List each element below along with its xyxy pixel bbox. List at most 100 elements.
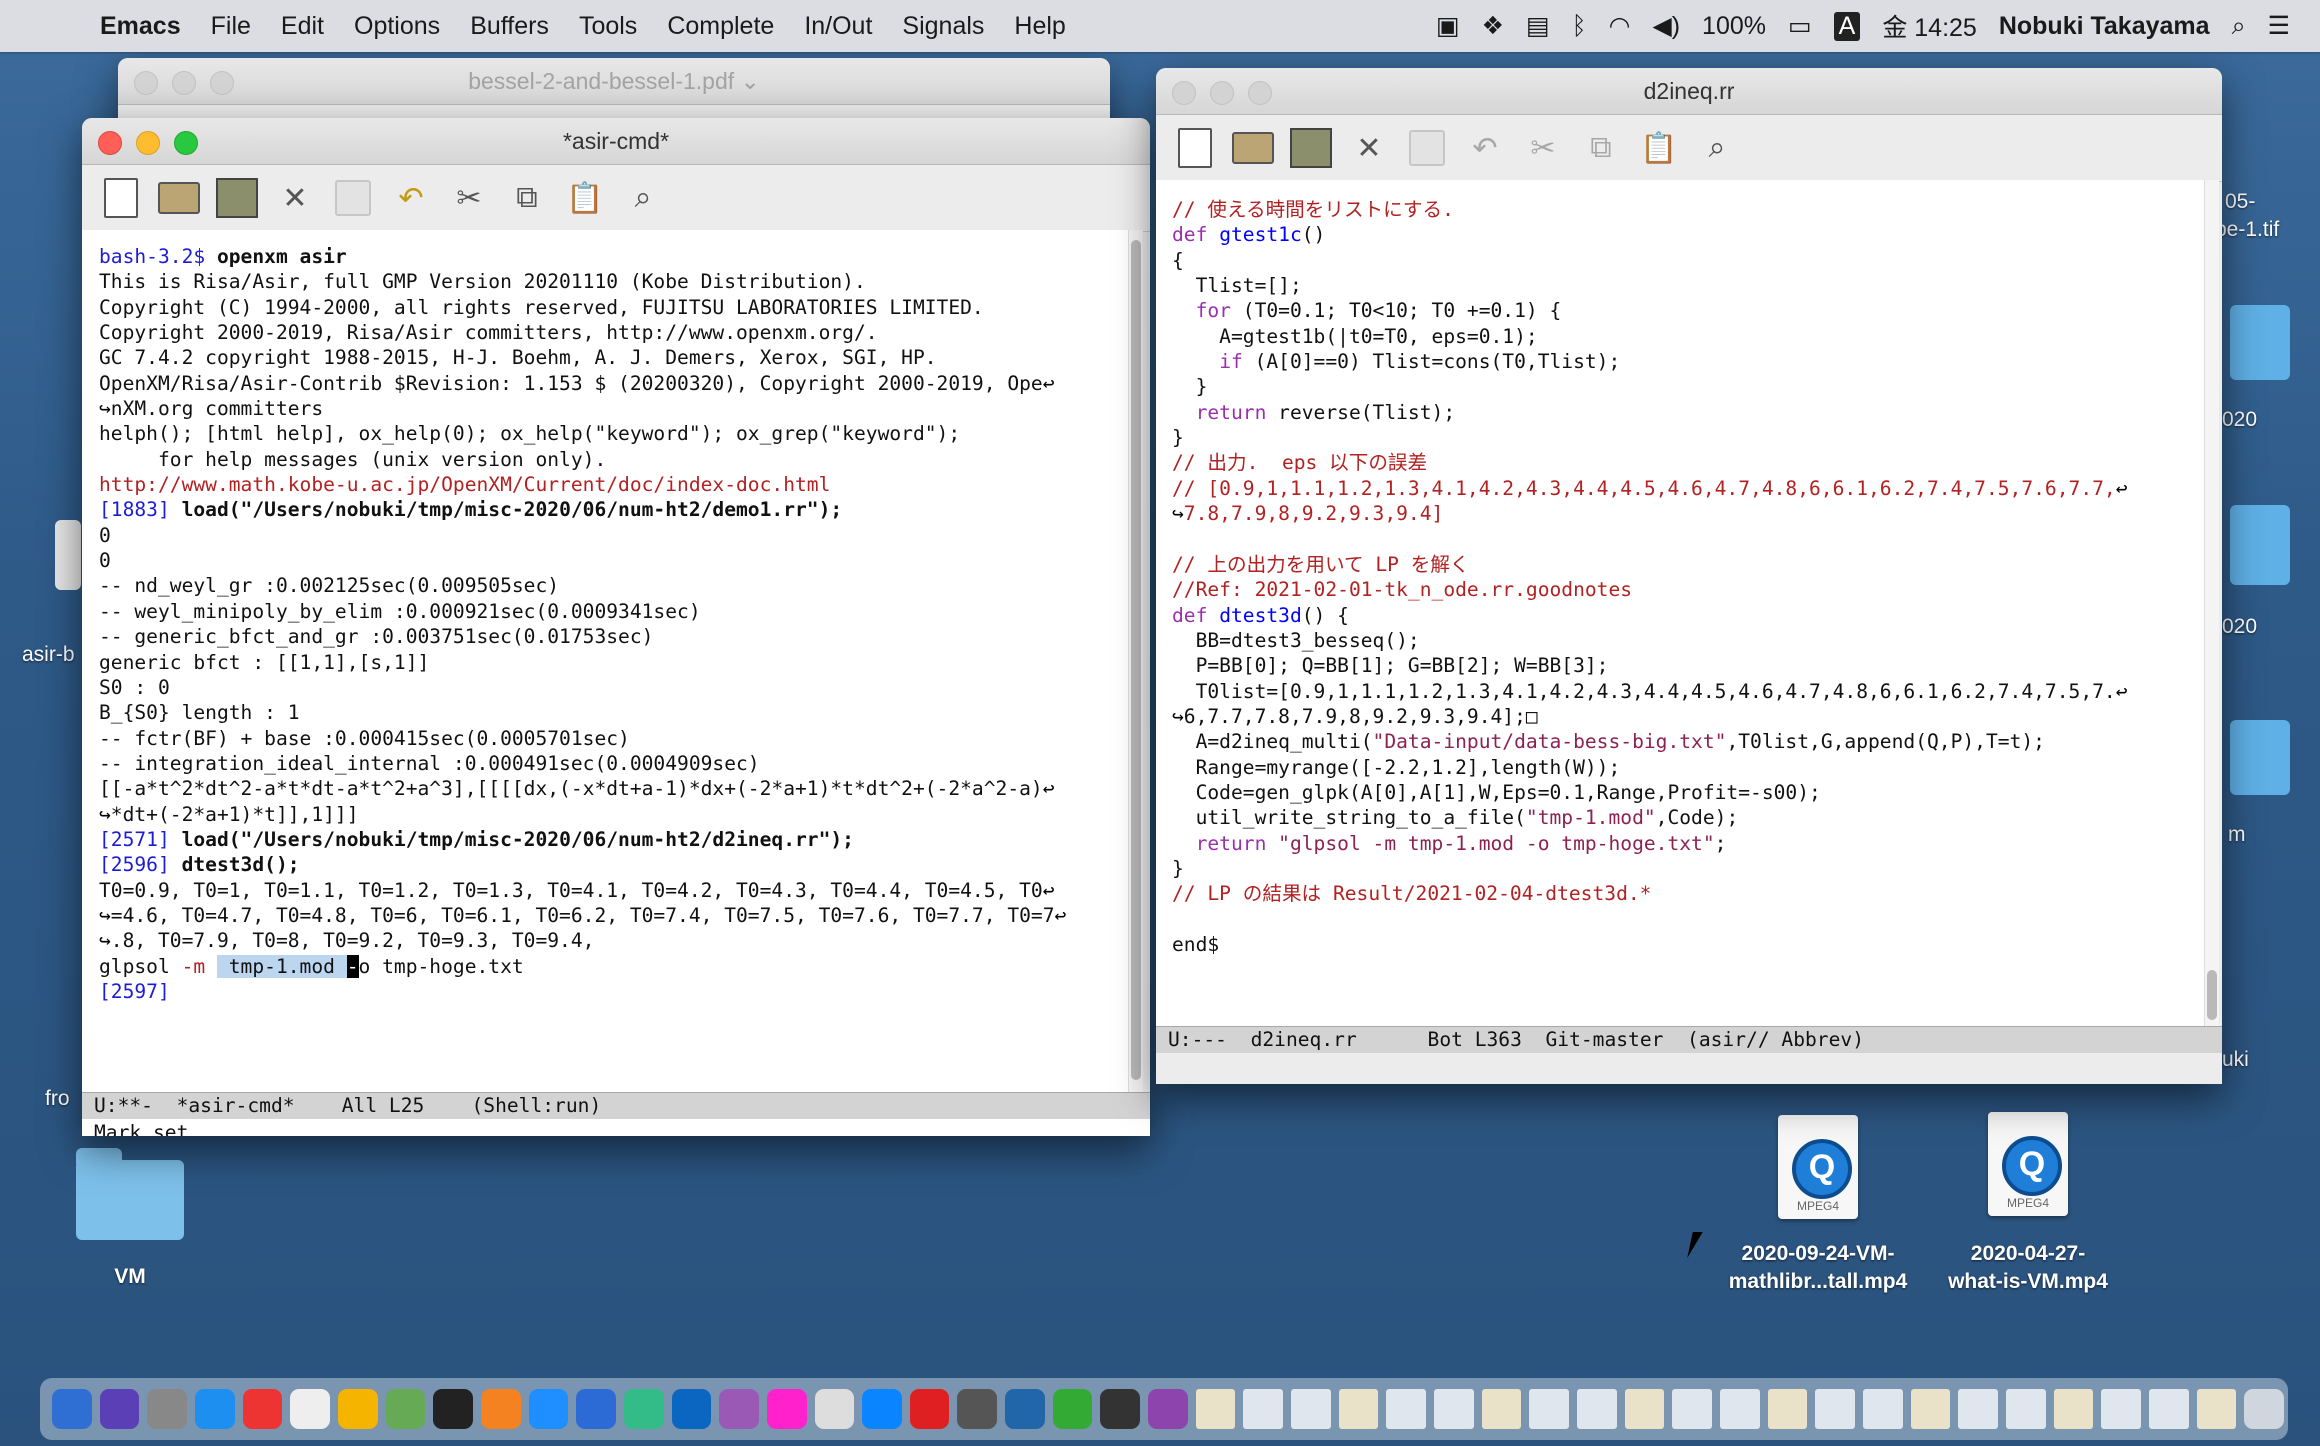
d2ineq-window[interactable]: d2ineq.rr ✕ ↶ ✂ ⧉ 📋 ⌕ // 使える時間をリストにする. de…: [1156, 68, 2222, 1084]
buffer-line[interactable]: OpenXM/Risa/Asir-Contrib $Revision: 1.15…: [99, 371, 1139, 396]
buffer-line[interactable]: This is Risa/Asir, full GMP Version 2020…: [99, 269, 1139, 294]
desktop-file-partial[interactable]: [55, 520, 81, 590]
dock-document-thumbnail[interactable]: [1386, 1389, 1427, 1429]
open-file-button[interactable]: [1232, 127, 1274, 169]
buffer-line[interactable]: -- generic_bfct_and_gr :0.003751sec(0.01…: [99, 624, 1139, 649]
buffer-line[interactable]: ↪nXM.org committers: [99, 396, 1139, 421]
dock-document-thumbnail[interactable]: [1243, 1389, 1284, 1429]
d2ineq-source-buffer[interactable]: // 使える時間をリストにする. def gtest1c(){ Tlist=[];…: [1156, 180, 2204, 1043]
desktop-edge-label[interactable]: 020: [2222, 615, 2257, 639]
buffer-line[interactable]: [2596] dtest3d();: [99, 852, 1139, 877]
preview-icon[interactable]: [576, 1389, 616, 1429]
buffer-line[interactable]: Copyright (C) 1994-2000, all rights rese…: [99, 295, 1139, 320]
buffer-line[interactable]: Range=myrange([-2.2,1.2],length(W));: [1172, 755, 2204, 780]
buffer-line[interactable]: // 使える時間をリストにする.: [1172, 197, 2204, 222]
buffer-line[interactable]: [2597]: [99, 979, 1139, 1004]
menu-edit[interactable]: Edit: [281, 12, 324, 41]
buffer-line[interactable]: for help messages (unix version only).: [99, 447, 1139, 472]
wifi-icon[interactable]: ◠: [1609, 11, 1631, 41]
spotlight-icon[interactable]: ⌕: [2232, 12, 2246, 41]
menu-complete[interactable]: Complete: [667, 12, 774, 41]
kill-buffer-button[interactable]: ✕: [1348, 127, 1390, 169]
undo-button[interactable]: ↶: [1464, 127, 1506, 169]
desktop-video-file-icon[interactable]: Q MPEG4: [1778, 1115, 1858, 1219]
cut-button[interactable]: ✂: [1522, 127, 1564, 169]
buffer-line[interactable]: -- integration_ideal_internal :0.000491s…: [99, 751, 1139, 776]
buffer-line[interactable]: // [0.9,1,1.1,1.2,1.3,4.1,4.2,4.3,4.4,4.…: [1172, 476, 2204, 501]
dock-document-thumbnail[interactable]: [1481, 1389, 1522, 1429]
buffer-line[interactable]: B_{S0} length : 1: [99, 700, 1139, 725]
buffer-line[interactable]: 0: [99, 523, 1139, 548]
desktop-edge-label[interactable]: 05-: [2225, 190, 2255, 214]
dired-button[interactable]: [1290, 127, 1332, 169]
asir-cmd-window[interactable]: *asir-cmd* ✕ ↶ ✂ ⧉ 📋 ⌕ bash-3.2$ openxm …: [82, 118, 1150, 1136]
buffer-line[interactable]: {: [1172, 248, 2204, 273]
skype-icon[interactable]: [623, 1389, 664, 1429]
dropbox-icon[interactable]: ❖: [1482, 11, 1504, 41]
search-button[interactable]: ⌕: [622, 177, 664, 219]
calendar-icon[interactable]: [242, 1389, 283, 1429]
paste-button[interactable]: 📋: [1638, 127, 1680, 169]
utility-icon[interactable]: [1148, 1389, 1188, 1429]
launchpad-icon[interactable]: [147, 1389, 187, 1429]
buffer-line[interactable]: BB=dtest3_besseq();: [1172, 628, 2204, 653]
buffer-line[interactable]: [1172, 907, 2204, 932]
books-icon[interactable]: [480, 1389, 521, 1429]
kill-buffer-button[interactable]: ✕: [274, 177, 316, 219]
save-button[interactable]: [332, 177, 374, 219]
d2-titlebar[interactable]: d2ineq.rr: [1156, 68, 2222, 115]
dock-document-thumbnail[interactable]: [1195, 1389, 1236, 1429]
trash-icon[interactable]: [2244, 1389, 2284, 1429]
screen-record-icon[interactable]: ▣: [1436, 11, 1460, 41]
buffer-line[interactable]: A=d2ineq_multi("Data-input/data-bess-big…: [1172, 729, 2204, 754]
buffer-line[interactable]: for (T0=0.1; T0<10; T0 +=0.1) {: [1172, 298, 2204, 323]
buffer-line[interactable]: // 上の出力を用いて LP を解く: [1172, 552, 2204, 577]
notes-icon[interactable]: [290, 1389, 330, 1429]
paste-button[interactable]: 📋: [564, 177, 606, 219]
buffer-line[interactable]: T0=0.9, T0=1, T0=1.1, T0=1.2, T0=1.3, T0…: [99, 878, 1139, 903]
dock-document-thumbnail[interactable]: [1624, 1389, 1665, 1429]
dock-document-thumbnail[interactable]: [1958, 1389, 1998, 1429]
buffer-line[interactable]: T0list=[0.9,1,1.1,1.2,1.3,4.1,4.2,4.3,4.…: [1172, 679, 2204, 704]
buffer-line[interactable]: helph(); [html help], ox_help(0); ox_hel…: [99, 421, 1139, 446]
buffer-line[interactable]: Code=gen_glpk(A[0],A[1],W,Eps=0.1,Range,…: [1172, 780, 2204, 805]
buffer-line[interactable]: ↪*dt+(-2*a+1)*t]],1]]]: [99, 802, 1139, 827]
desktop-edge-label[interactable]: fro: [45, 1087, 70, 1111]
buffer-line[interactable]: [1172, 526, 2204, 551]
dock-document-thumbnail[interactable]: [2053, 1389, 2094, 1429]
menu-help[interactable]: Help: [1014, 12, 1065, 41]
new-file-button[interactable]: [1174, 127, 1216, 169]
buffer-line[interactable]: http://www.math.kobe-u.ac.jp/OpenXM/Curr…: [99, 472, 1139, 497]
dock-document-thumbnail[interactable]: [1815, 1389, 1855, 1429]
buffer-line[interactable]: util_write_string_to_a_file("tmp-1.mod",…: [1172, 805, 2204, 830]
menu-signals[interactable]: Signals: [902, 12, 984, 41]
desktop-folder-partial[interactable]: [2230, 720, 2290, 795]
menu-file[interactable]: File: [211, 12, 251, 41]
buffer-line[interactable]: }: [1172, 425, 2204, 450]
notification-center-icon[interactable]: ☰: [2268, 11, 2290, 41]
buffer-line[interactable]: return "glpsol -m tmp-1.mod -o tmp-hoge.…: [1172, 831, 2204, 856]
dock-document-thumbnail[interactable]: [1910, 1389, 1951, 1429]
buffer-line[interactable]: GC 7.4.2 copyright 1988-2015, H-J. Boehm…: [99, 345, 1139, 370]
buffer-line[interactable]: Copyright 2000-2019, Risa/Asir committer…: [99, 320, 1139, 345]
safari-icon[interactable]: [194, 1389, 235, 1429]
buffer-line[interactable]: 0: [99, 548, 1139, 573]
desktop-edge-label[interactable]: pe-1.tif: [2215, 218, 2279, 242]
buffer-line[interactable]: S0 : 0: [99, 675, 1139, 700]
desktop-edge-label[interactable]: uki: [2222, 1048, 2249, 1072]
asir-shell-buffer[interactable]: bash-3.2$ openxm asir This is Risa/Asir, …: [82, 230, 1139, 1106]
copy-button[interactable]: ⧉: [506, 177, 548, 219]
user-name[interactable]: Nobuki Takayama: [1999, 12, 2210, 41]
buffer-line[interactable]: // 出力. eps 以下の誤差: [1172, 450, 2204, 475]
buffer-line[interactable]: def dtest3d() {: [1172, 603, 2204, 628]
dock-document-thumbnail[interactable]: [1719, 1389, 1760, 1429]
desktop-edge-label[interactable]: m: [2228, 823, 2246, 847]
buffer-line[interactable]: if (A[0]==0) Tlist=cons(T0,Tlist);: [1172, 349, 2204, 374]
x11-icon[interactable]: [1005, 1389, 1045, 1429]
clock[interactable]: 金 14:25: [1882, 8, 1977, 44]
zoom-icon[interactable]: [766, 1389, 807, 1429]
input-source-icon[interactable]: A: [1833, 11, 1861, 41]
menu-tools[interactable]: Tools: [579, 12, 637, 41]
dock-document-thumbnail[interactable]: [1577, 1389, 1617, 1429]
desktop-edge-label[interactable]: 020: [2222, 408, 2257, 432]
